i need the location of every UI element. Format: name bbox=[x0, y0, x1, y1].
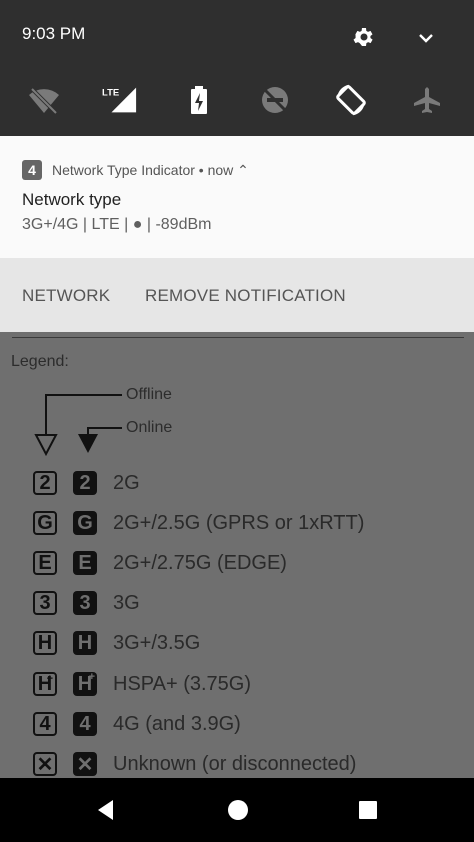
legend-row-label: 3G+/3.5G bbox=[113, 631, 201, 654]
lte-label: LTE bbox=[102, 87, 119, 98]
recents-icon[interactable] bbox=[357, 799, 379, 826]
offline-edge-icon: E bbox=[33, 551, 57, 575]
offline-unknown-icon: ✕ bbox=[33, 752, 57, 776]
chevron-down-icon[interactable] bbox=[414, 26, 438, 50]
legend-row: 4 4 4G (and 3.9G) bbox=[33, 708, 241, 740]
notification-header: 4 Network Type Indicator • now ⌃ bbox=[22, 160, 249, 180]
notification-text: 3G+/4G | LTE | ● | -89dBm bbox=[22, 216, 212, 233]
status-time: 9:03 PM bbox=[22, 24, 86, 43]
legend-title: Legend: bbox=[11, 353, 69, 370]
online-edge-icon: E bbox=[73, 551, 97, 575]
legend-row: H H 3G+/3.5G bbox=[33, 627, 200, 659]
offline-3g-icon: 3 bbox=[33, 591, 57, 615]
settings-gear-icon[interactable] bbox=[350, 24, 376, 50]
network-button[interactable]: NETWORK bbox=[22, 286, 110, 306]
online-unknown-icon: ✕ bbox=[73, 752, 97, 776]
legend-row: 3 3 3G bbox=[33, 587, 140, 619]
online-3g-icon: 3 bbox=[73, 591, 97, 615]
app-badge-icon: 4 bbox=[22, 160, 42, 180]
legend-row-label: HSPA+ (3.75G) bbox=[113, 672, 252, 695]
legend-row: G G 2G+/2.5G (GPRS or 1xRTT) bbox=[33, 507, 364, 539]
legend-row-label: 3G bbox=[113, 591, 140, 614]
legend-row-label: 2G+/2.75G (EDGE) bbox=[113, 551, 287, 574]
legend-arrows bbox=[34, 394, 122, 457]
legend-row: ✕ ✕ Unknown (or disconnected) bbox=[33, 748, 356, 780]
navigation-bar bbox=[0, 778, 474, 842]
online-hspa-plus-icon: H + bbox=[73, 671, 97, 696]
airplane-mode-icon[interactable] bbox=[409, 82, 445, 118]
offline-4g-icon: 4 bbox=[33, 712, 57, 736]
online-2g-icon: 2 bbox=[73, 471, 97, 495]
online-gprs-icon: G bbox=[73, 511, 97, 535]
offline-gprs-icon: G bbox=[33, 511, 57, 535]
back-icon[interactable] bbox=[94, 798, 118, 827]
home-icon[interactable] bbox=[226, 798, 250, 827]
divider bbox=[12, 337, 464, 338]
offline-hspa-icon: H bbox=[33, 631, 57, 655]
legend-row: 2 2 2G bbox=[33, 467, 140, 499]
legend-online-label: Online bbox=[126, 419, 173, 436]
legend-row: E E 2G+/2.75G (EDGE) bbox=[33, 547, 287, 579]
battery-charging-icon[interactable] bbox=[181, 82, 217, 118]
remove-notification-button[interactable]: REMOVE NOTIFICATION bbox=[145, 286, 346, 306]
legend-row-label: 4G (and 3.9G) bbox=[113, 712, 241, 735]
wifi-off-icon[interactable] bbox=[26, 82, 62, 118]
notification-title: Network type bbox=[22, 190, 122, 209]
notification-app-line[interactable]: Network Type Indicator • now ⌃ bbox=[52, 162, 249, 179]
legend-row-label: 2G bbox=[113, 471, 140, 494]
online-4g-icon: 4 bbox=[73, 712, 97, 736]
status-bar bbox=[0, 0, 474, 136]
lte-signal-icon[interactable]: LTE bbox=[102, 82, 138, 118]
legend-row: H + H + HSPA+ (3.75G) bbox=[33, 668, 251, 700]
offline-hspa-plus-icon: H + bbox=[33, 672, 57, 696]
auto-rotate-icon[interactable] bbox=[333, 82, 369, 118]
legend-offline-label: Offline bbox=[126, 386, 172, 403]
do-not-disturb-off-icon[interactable] bbox=[257, 82, 293, 118]
online-hspa-icon: H bbox=[73, 631, 97, 655]
offline-2g-icon: 2 bbox=[33, 471, 57, 495]
legend-row-label: 2G+/2.5G (GPRS or 1xRTT) bbox=[113, 511, 365, 534]
legend-row-label: Unknown (or disconnected) bbox=[113, 752, 357, 775]
